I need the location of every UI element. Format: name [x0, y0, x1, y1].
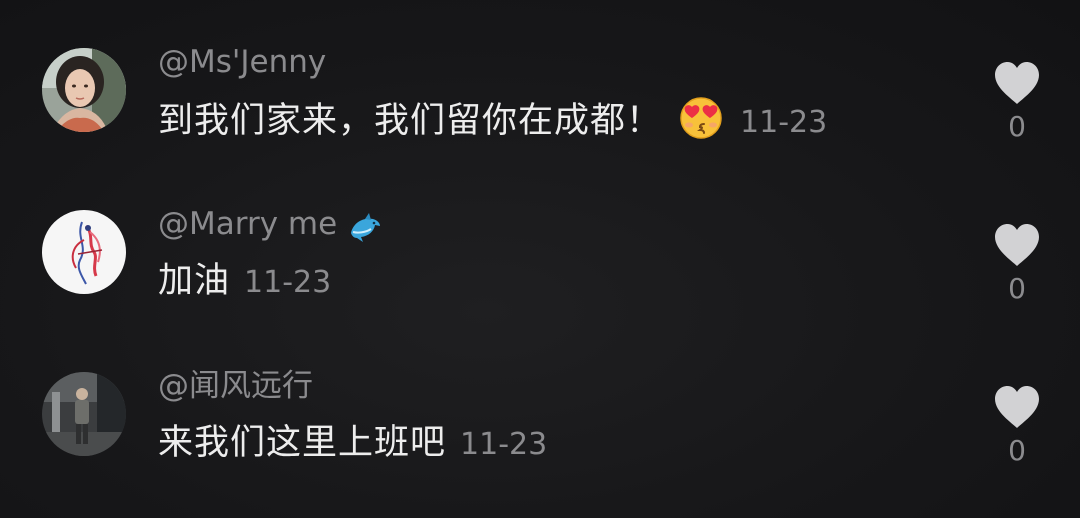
dolphin-emoji-icon — [347, 207, 383, 247]
like-button[interactable]: 0 — [990, 60, 1044, 144]
like-count: 0 — [1008, 110, 1026, 143]
comment-text: 到我们家来，我们留你在成都！ — [158, 101, 663, 141]
like-button[interactable]: 0 — [990, 222, 1044, 306]
comment-username[interactable]: @Marry me — [158, 206, 337, 242]
heart-eyes-kiss-emoji-icon — [676, 94, 726, 140]
comment-date: 11-23 — [740, 105, 828, 140]
comment-date: 11-23 — [244, 265, 332, 300]
comment-username[interactable]: @Ms'Jenny — [158, 44, 326, 80]
avatar-image — [42, 210, 126, 294]
comment-list: @Ms'Jenny 到我们家来，我们留你在成都！ 11-23 0 @Marry … — [0, 0, 1080, 518]
like-count: 0 — [1008, 434, 1026, 467]
avatar[interactable] — [42, 210, 126, 294]
avatar-image — [42, 372, 126, 456]
comment-text: 加油 — [158, 261, 231, 301]
comment-item: @闻风远行 来我们这里上班吧 11-23 0 — [0, 366, 1080, 516]
comment-item: @Ms'Jenny 到我们家来，我们留你在成都！ 11-23 0 — [0, 42, 1080, 192]
like-button[interactable]: 0 — [990, 384, 1044, 468]
avatar[interactable] — [42, 48, 126, 132]
comment-text: 来我们这里上班吧 — [158, 423, 447, 463]
avatar-image — [42, 48, 126, 132]
heart-icon — [995, 62, 1039, 104]
avatar[interactable] — [42, 372, 126, 456]
comment-date: 11-23 — [460, 427, 548, 462]
heart-icon — [995, 386, 1039, 428]
like-count: 0 — [1008, 272, 1026, 305]
heart-icon — [995, 224, 1039, 266]
comment-item: @Marry me 🐬 加油11-23 0 — [0, 204, 1080, 354]
comment-username[interactable]: @闻风远行 — [158, 368, 313, 404]
